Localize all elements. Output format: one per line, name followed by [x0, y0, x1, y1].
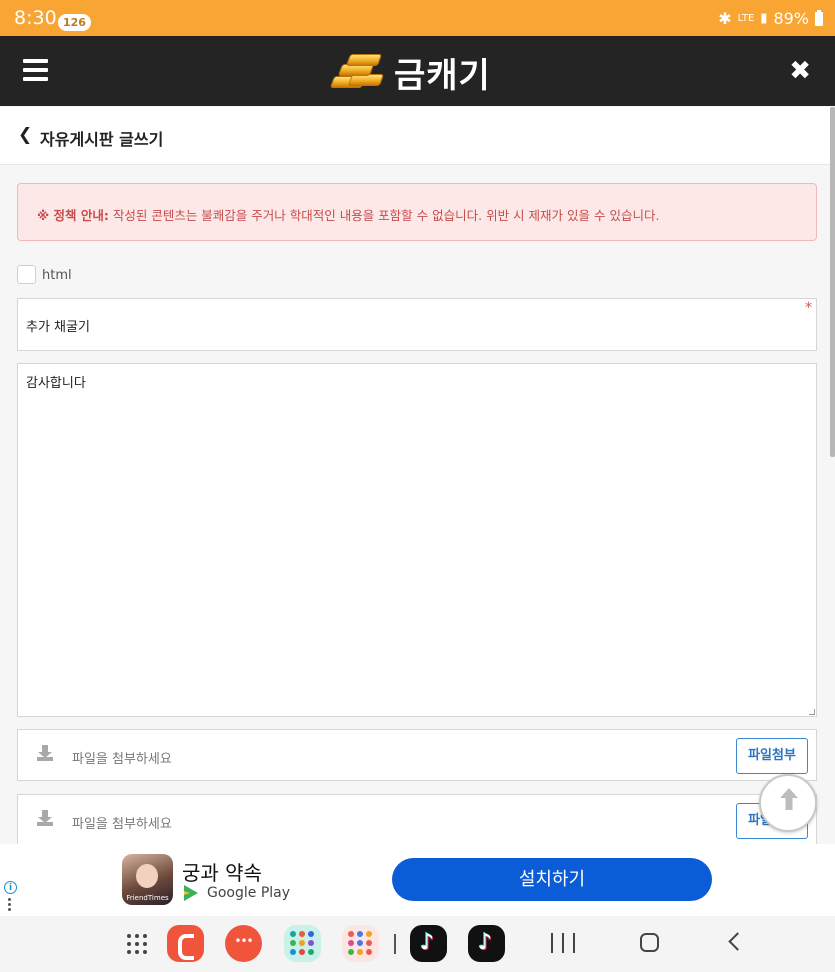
- app-folder-icon[interactable]: [284, 925, 321, 962]
- ad-app-icon[interactable]: FriendTimes: [122, 854, 173, 905]
- content-textarea[interactable]: 감사합니다: [17, 363, 817, 717]
- policy-notice: ※ 정책 안내: 작성된 콘텐츠는 불쾌감을 주거나 학대적인 내용을 포함할 …: [17, 183, 817, 241]
- tiktok-app-icon[interactable]: ♪: [468, 925, 505, 962]
- brand-name: 금캐기: [394, 55, 491, 96]
- notice-text: 작성된 콘텐츠는 불쾌감을 주거나 학대적인 내용을 포함할 수 없습니다. 위…: [112, 208, 660, 223]
- back-icon[interactable]: [728, 932, 747, 951]
- install-button[interactable]: 설치하기: [392, 858, 712, 901]
- ad-store-name: Google Play: [207, 885, 291, 901]
- content-value: 감사합니다: [26, 376, 86, 391]
- app-drawer-icon[interactable]: [118, 925, 155, 962]
- dock-divider: [394, 934, 396, 954]
- file-input-placeholder[interactable]: 파일을 첨부하세요: [72, 813, 172, 832]
- subject-value: 추가 채굴기: [26, 320, 90, 335]
- google-play-icon: [184, 885, 198, 901]
- close-icon[interactable]: ✖: [789, 56, 811, 86]
- network-type: LTE: [737, 12, 755, 24]
- more-options-icon[interactable]: [8, 898, 11, 912]
- resize-grip-icon[interactable]: [809, 709, 815, 715]
- ad-icon-caption: FriendTimes: [126, 894, 169, 902]
- battery-icon: [815, 9, 823, 26]
- attach-file-button[interactable]: 파일첨부: [736, 738, 808, 774]
- subject-input[interactable]: 추가 채굴기 *: [17, 298, 817, 351]
- signal-icon: ▮: [760, 11, 768, 26]
- messages-app-icon[interactable]: [225, 925, 262, 962]
- page-scrollbar[interactable]: [830, 107, 835, 457]
- file-attach-row-2: 파일을 첨부하세요 파일첨부: [17, 794, 817, 846]
- home-icon[interactable]: [640, 933, 659, 952]
- system-nav-bar: ♪ ♪: [0, 916, 835, 972]
- chevron-left-icon[interactable]: ❮: [18, 125, 32, 145]
- ad-banner[interactable]: i FriendTimes 궁과 약속 Google Play 설치하기: [0, 844, 835, 916]
- gold-bars-icon: [328, 52, 385, 92]
- ad-info-icon[interactable]: i: [4, 881, 17, 894]
- html-checkbox-label: html: [42, 268, 72, 283]
- notification-count-badge: 126: [58, 14, 91, 31]
- page-head: ❮ 자유게시판 글쓰기: [0, 107, 830, 165]
- arrow-up-icon: [780, 788, 798, 810]
- html-checkbox[interactable]: [17, 265, 36, 284]
- required-mark: *: [805, 300, 812, 316]
- hamburger-menu-icon[interactable]: [23, 59, 48, 81]
- brand-logo[interactable]: 금캐기: [328, 48, 491, 96]
- battery-percent: 89%: [773, 9, 809, 28]
- status-icons: ✱ LTE ▮ 89%: [718, 9, 823, 28]
- phone-app-icon[interactable]: [167, 925, 204, 962]
- download-icon: [37, 810, 53, 826]
- ad-app-name: 궁과 약속: [182, 861, 262, 885]
- status-time: 8:30: [14, 7, 57, 29]
- page-title: 자유게시판 글쓰기: [40, 130, 164, 149]
- notice-label: ※ 정책 안내:: [37, 208, 109, 223]
- download-icon: [37, 745, 53, 761]
- app-folder-icon[interactable]: [342, 925, 379, 962]
- tiktok-app-icon[interactable]: ♪: [410, 925, 447, 962]
- bluetooth-icon: ✱: [718, 9, 732, 28]
- file-attach-row-1: 파일을 첨부하세요 파일첨부: [17, 729, 817, 781]
- recent-apps-icon[interactable]: [551, 933, 575, 953]
- status-bar: 8:30 126 ✱ LTE ▮ 89%: [0, 0, 835, 36]
- scroll-to-top-button[interactable]: [759, 774, 817, 832]
- file-input-placeholder[interactable]: 파일을 첨부하세요: [72, 748, 172, 767]
- app-header: 금캐기 ✖: [0, 36, 835, 106]
